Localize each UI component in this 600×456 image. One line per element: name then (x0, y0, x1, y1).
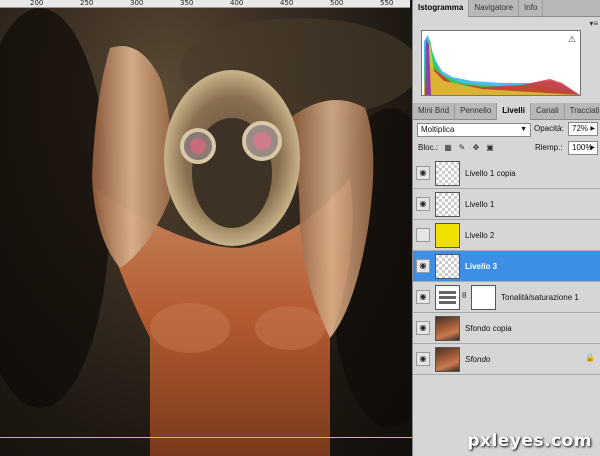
tab-pennello[interactable]: Pennello (455, 103, 498, 120)
ruler-label: 300 (130, 0, 144, 7)
layer-row[interactable]: ◉ Sfondo 🔒 (413, 344, 600, 375)
eye-icon[interactable]: ◉ (416, 321, 430, 335)
ruler-label: 500 (330, 0, 344, 7)
layer-row-selected[interactable]: ◉ Livello 3 (413, 251, 600, 282)
ruler-label: 550 (380, 0, 394, 7)
layer-name: Livello 3 (465, 262, 498, 271)
chevron-right-icon: ▶ (590, 145, 595, 151)
fill-label: Riemp.: (535, 143, 563, 152)
ruler-label: 450 (280, 0, 294, 7)
eye-icon[interactable]: ◉ (416, 290, 430, 304)
tab-navigatore[interactable]: Navigatore (469, 0, 520, 17)
layer-thumbnail (435, 347, 460, 372)
layer-list: ◉ Livello 1 copia ◉ Livello 1 ◉ Livello … (413, 158, 600, 375)
layer-name: Livello 1 (465, 200, 495, 209)
tab-livelli[interactable]: Livelli (497, 103, 531, 120)
layer-name: Livello 1 copia (465, 169, 516, 178)
layers-panel: Moltiplica ▼ Opacità: 72% ▶ Bloc.: ▦ ✎ ✥… (413, 120, 600, 456)
layer-name: Sfondo (465, 355, 491, 364)
adjustment-icon (435, 285, 460, 310)
layer-thumbnail (435, 223, 460, 248)
watermark-logo: pxleyes.com (467, 431, 592, 451)
layer-row[interactable]: ◉ Sfondo copia (413, 313, 600, 344)
layer-row[interactable]: ◉ Livello 2 (413, 220, 600, 251)
layer-thumbnail (435, 161, 460, 186)
ruler-label: 250 (80, 0, 94, 7)
layer-row[interactable]: ◉ Livello 1 (413, 189, 600, 220)
tab-mini-bridge[interactable]: Mini Brid (413, 103, 456, 120)
ruler-label: 350 (180, 0, 194, 7)
lock-label: Bloc.: (418, 143, 439, 152)
eye-icon[interactable]: ◉ (416, 352, 430, 366)
layer-mask-thumbnail[interactable] (471, 285, 496, 310)
eye-icon[interactable]: ◉ (416, 197, 430, 211)
link-icon: 8 (462, 291, 467, 300)
panel-menu-icon[interactable]: ▾≡ (589, 19, 598, 28)
document-canvas[interactable] (0, 8, 412, 456)
layer-thumbnail (435, 192, 460, 217)
tab-canali[interactable]: Canali (531, 103, 565, 120)
layer-row[interactable]: ◉ 8 Tonalità/saturazione 1 (413, 282, 600, 313)
blend-mode-value: Moltiplica (421, 125, 455, 134)
tab-istogramma[interactable]: Istogramma (413, 0, 470, 17)
lock-all-icon[interactable]: ▣ (485, 143, 495, 153)
lock-fill-row: Bloc.: ▦ ✎ ✥ ▣ Riemp.: 100% ▶ (413, 140, 600, 156)
chevron-right-icon: ▶ (590, 126, 595, 132)
layer-thumbnail (435, 254, 460, 279)
eye-icon[interactable]: ◉ (416, 259, 430, 273)
opacity-label: Opacità: (534, 124, 564, 133)
layer-name: Livello 2 (465, 231, 495, 240)
opacity-value: 72% (572, 124, 589, 133)
opacity-input[interactable]: 72% ▶ (568, 122, 598, 136)
artwork (0, 8, 412, 456)
blend-opacity-row: Moltiplica ▼ Opacità: 72% ▶ (413, 122, 600, 138)
warning-icon[interactable]: ⚠ (568, 34, 576, 45)
layer-row[interactable]: ◉ Livello 1 copia (413, 158, 600, 189)
guide-line[interactable] (0, 437, 412, 438)
histogram-graph: ⚠ (421, 30, 581, 96)
ruler-label: 400 (230, 0, 244, 7)
layers-panel-tabs: Mini Brid Pennello Livelli Canali Tracci… (413, 103, 600, 120)
top-panel-tabs: Istogramma Navigatore Info (413, 0, 600, 17)
panels-dock: Istogramma Navigatore Info ▾≡ ⚠ Mini Bri… (412, 0, 600, 456)
blend-mode-select[interactable]: Moltiplica ▼ (417, 123, 531, 137)
lock-icon: 🔒 (585, 353, 595, 362)
lock-move-icon[interactable]: ✥ (471, 143, 481, 153)
histogram-curves (424, 35, 580, 95)
lock-transparency-icon[interactable]: ▦ (443, 143, 453, 153)
chevron-down-icon: ▼ (520, 126, 527, 133)
hue-saturation-icon (439, 291, 456, 304)
horizontal-ruler: 200 250 300 350 400 450 500 550 (0, 0, 410, 8)
lock-paint-icon[interactable]: ✎ (457, 143, 467, 153)
layer-name: Sfondo copia (465, 324, 512, 333)
layer-thumbnail (435, 316, 460, 341)
eye-icon[interactable]: ◉ (416, 166, 430, 180)
fill-input[interactable]: 100% ▶ (568, 141, 598, 155)
tab-info[interactable]: Info (519, 0, 544, 17)
histogram-panel: ▾≡ ⚠ (413, 17, 600, 101)
ruler-label: 200 (30, 0, 44, 7)
eye-icon[interactable]: ◉ (416, 228, 430, 242)
tab-tracciati[interactable]: Tracciati (565, 103, 600, 120)
layer-name: Tonalità/saturazione 1 (501, 293, 579, 302)
